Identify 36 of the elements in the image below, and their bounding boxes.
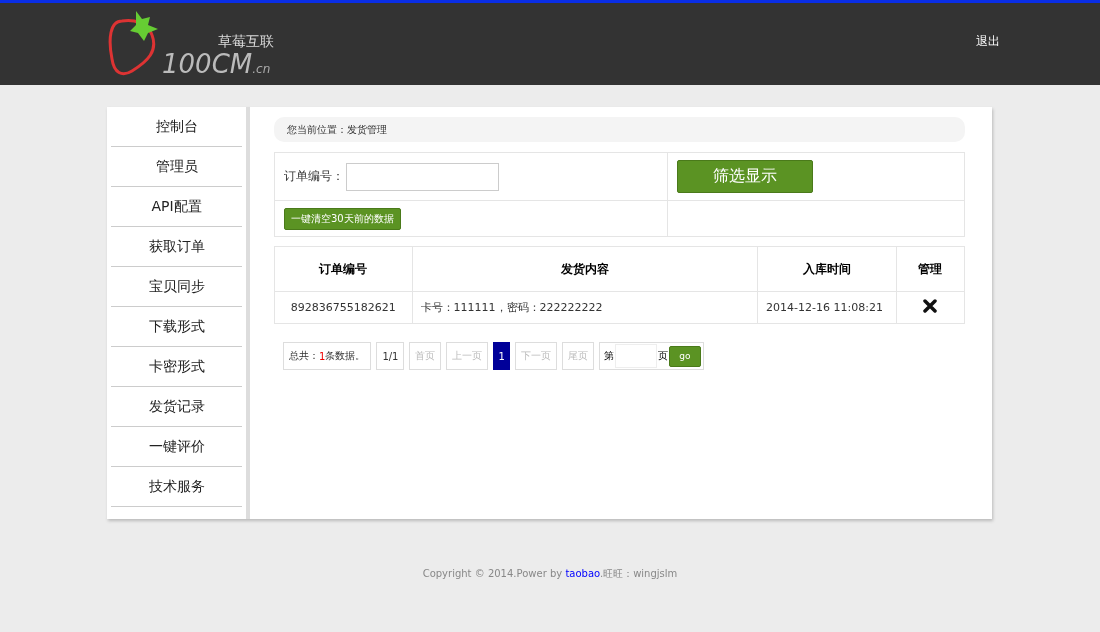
filter-button[interactable]: 筛选显示 bbox=[677, 160, 813, 193]
jump-prefix: 第 bbox=[603, 349, 614, 363]
sidebar-item[interactable]: 一键评价 bbox=[111, 427, 242, 467]
sidebar-item[interactable]: 获取订单 bbox=[111, 227, 242, 267]
page-number[interactable]: 1 bbox=[493, 342, 510, 370]
sidebar-item[interactable]: 技术服务 bbox=[111, 467, 242, 507]
table-cell: 卡号：111111，密码：222222222 bbox=[412, 291, 758, 324]
go-button[interactable]: go bbox=[668, 345, 701, 367]
logo-text: 100CM bbox=[162, 51, 253, 77]
table-cell: 892836755182621 bbox=[274, 291, 413, 324]
sidebar-item[interactable]: 管理员 bbox=[111, 147, 242, 187]
total-count-text: 总共：1条数据。 bbox=[283, 342, 372, 370]
clear-data-button[interactable]: 一键清空30天前的数据 bbox=[284, 207, 401, 230]
table-cell: 2014-12-16 11:08:21 bbox=[757, 291, 897, 324]
sidebar-item[interactable]: 宝贝同步 bbox=[111, 267, 242, 307]
page-input[interactable] bbox=[614, 344, 657, 368]
logout-link[interactable]: 退出 bbox=[976, 33, 1000, 85]
jump-suffix: 页 bbox=[657, 349, 668, 363]
page-indicator: 1/1 bbox=[376, 342, 405, 370]
logo-suffix: .cn bbox=[252, 62, 271, 76]
column-header: 入库时间 bbox=[757, 246, 897, 292]
sidebar-item[interactable]: 卡密形式 bbox=[111, 347, 242, 387]
sidebar-item[interactable]: 控制台 bbox=[111, 107, 242, 147]
column-header: 订单编号 bbox=[274, 246, 413, 292]
column-header: 发货内容 bbox=[412, 246, 758, 292]
sidebar-item[interactable]: 下载形式 bbox=[111, 307, 242, 347]
delete-icon[interactable] bbox=[923, 299, 938, 313]
logo-chinese-text: 草莓互联 bbox=[218, 33, 274, 51]
order-number-label: 订单编号： bbox=[284, 168, 344, 185]
sidebar-item[interactable]: 发货记录 bbox=[111, 387, 242, 427]
copyright-text: Copyright © 2014.Power by taobao.旺旺：wingjslm bbox=[422, 568, 678, 579]
order-number-input[interactable] bbox=[346, 162, 499, 191]
breadcrumb: 您当前位置：发货管理 bbox=[274, 117, 965, 142]
taobao-link[interactable]: taobao bbox=[565, 568, 600, 579]
sidebar-item[interactable]: API配置 bbox=[111, 187, 242, 227]
column-header: 管理 bbox=[896, 246, 965, 292]
